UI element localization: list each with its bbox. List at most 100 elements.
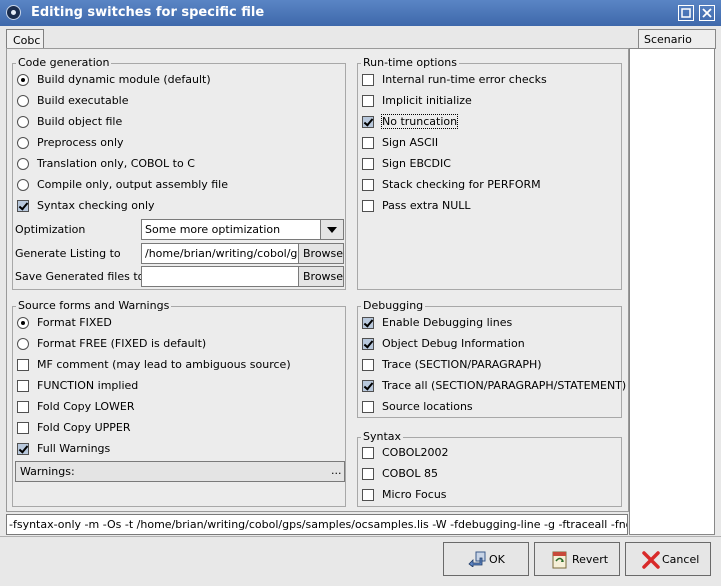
checkbox-indicator[interactable] [17, 422, 29, 434]
checkbox-indicator[interactable] [362, 401, 374, 413]
checkbox-indicator[interactable] [17, 443, 29, 455]
revert-button[interactable]: Revert [534, 542, 620, 576]
close-button[interactable] [699, 5, 715, 21]
runtime-options-title: Run-time options [361, 56, 459, 69]
checkbox-micro-focus[interactable]: Micro Focus [362, 487, 612, 505]
radio-format-fixed[interactable]: Format FIXED [17, 315, 317, 333]
checkbox-indicator[interactable] [362, 468, 374, 480]
checkbox-syntax-checking-only[interactable]: Syntax checking only [17, 198, 317, 216]
checkbox-no-truncation[interactable]: No truncation [362, 114, 612, 132]
save-generated-input[interactable] [141, 266, 299, 287]
debugging-title: Debugging [361, 299, 426, 312]
checkbox-object-debug-information[interactable]: Object Debug Information [362, 336, 617, 354]
checkbox-pass-extra-null[interactable]: Pass extra NULL [362, 198, 612, 216]
checkbox-function-implied[interactable]: FUNCTION implied [17, 378, 317, 396]
command-line-text: -fsyntax-only -m -Os -t /home/brian/writ… [9, 518, 628, 531]
optimization-combo[interactable]: Some more optimization [141, 219, 321, 240]
checkbox-sign-ebcdic[interactable]: Sign EBCDIC [362, 156, 612, 174]
checkbox-internal-runtime-error-checks[interactable]: Internal run-time error checks [362, 72, 612, 90]
checkbox-full-warnings[interactable]: Full Warnings [17, 441, 317, 459]
checkbox-fold-copy-lower[interactable]: Fold Copy LOWER [17, 399, 317, 417]
syntax-title: Syntax [361, 430, 404, 443]
scenario-column-header[interactable]: Scenario [638, 29, 716, 49]
cancel-button[interactable]: Cancel [625, 542, 711, 576]
warnings-label: Warnings: [20, 465, 75, 478]
checkbox-fold-copy-upper[interactable]: Fold Copy UPPER [17, 420, 317, 438]
checkbox-mf-comment[interactable]: MF comment (may lead to ambiguous source… [17, 357, 337, 375]
tab-cobc-label: Cobc [13, 34, 41, 47]
app-menu-icon[interactable] [6, 5, 21, 20]
divider [0, 536, 721, 537]
chevron-down-icon [327, 227, 337, 233]
radio-indicator[interactable] [17, 179, 29, 191]
window-title: Editing switches for specific file [31, 5, 265, 20]
scenario-header-label: Scenario [644, 33, 692, 46]
warnings-ellipsis: ... [331, 464, 342, 477]
command-line-field[interactable]: -fsyntax-only -m -Os -t /home/brian/writ… [6, 514, 628, 535]
checkbox-cobol2002[interactable]: COBOL2002 [362, 445, 612, 463]
checkbox-indicator[interactable] [362, 489, 374, 501]
generate-listing-input[interactable]: /home/brian/writing/cobol/gps/samples/oc… [141, 243, 299, 264]
ok-arrow-icon [468, 551, 486, 567]
checkbox-indicator[interactable] [362, 179, 374, 191]
checkbox-implicit-initialize[interactable]: Implicit initialize [362, 93, 612, 111]
checkbox-trace-all[interactable]: Trace all (SECTION/PARAGRAPH/STATEMENT) [362, 378, 626, 396]
listing-browse-label: Browse [303, 247, 344, 260]
radio-indicator[interactable] [17, 74, 29, 86]
checkbox-indicator[interactable] [362, 380, 374, 392]
checkbox-sign-ascii[interactable]: Sign ASCII [362, 135, 612, 153]
tab-cobc[interactable]: Cobc [6, 29, 44, 50]
optimization-dropdown-button[interactable] [320, 219, 344, 240]
checkbox-cobol-85[interactable]: COBOL 85 [362, 466, 612, 484]
ok-button[interactable]: OK [443, 542, 529, 576]
checkbox-enable-debugging-lines[interactable]: Enable Debugging lines [362, 315, 617, 333]
listing-browse-button[interactable]: Browse [298, 243, 344, 264]
radio-preprocess-only[interactable]: Preprocess only [17, 135, 317, 153]
maximize-button[interactable] [678, 5, 694, 21]
maximize-icon [681, 8, 691, 18]
radio-indicator[interactable] [17, 137, 29, 149]
cancel-x-icon [642, 551, 660, 569]
radio-build-executable[interactable]: Build executable [17, 93, 317, 111]
save-generated-browse-button[interactable]: Browse [298, 266, 344, 287]
checkbox-source-locations[interactable]: Source locations [362, 399, 617, 417]
checkbox-indicator[interactable] [17, 401, 29, 413]
generate-listing-label: Generate Listing to [15, 247, 121, 260]
checkbox-indicator[interactable] [17, 200, 29, 212]
code-generation-title: Code generation [16, 56, 112, 69]
close-icon [702, 8, 712, 18]
checkbox-indicator[interactable] [362, 137, 374, 149]
radio-indicator[interactable] [17, 95, 29, 107]
checkbox-indicator[interactable] [362, 116, 374, 128]
cancel-button-label: Cancel [662, 553, 700, 566]
checkbox-indicator[interactable] [362, 317, 374, 329]
checkbox-stack-checking-perform[interactable]: Stack checking for PERFORM [362, 177, 612, 195]
title-bar[interactable]: Editing switches for specific file [0, 0, 721, 26]
radio-build-object-file[interactable]: Build object file [17, 114, 317, 132]
radio-translation-only[interactable]: Translation only, COBOL to C [17, 156, 317, 174]
checkbox-indicator[interactable] [17, 359, 29, 371]
save-generated-label: Save Generated files to [15, 270, 145, 283]
save-generated-browse-label: Browse [303, 270, 344, 283]
warnings-button[interactable]: Warnings: ... [15, 461, 345, 482]
radio-compile-only[interactable]: Compile only, output assembly file [17, 177, 317, 195]
checkbox-indicator[interactable] [17, 380, 29, 392]
radio-indicator[interactable] [17, 317, 29, 329]
radio-format-free[interactable]: Format FREE (FIXED is default) [17, 336, 317, 354]
checkbox-trace-section-paragraph[interactable]: Trace (SECTION/PARAGRAPH) [362, 357, 617, 375]
checkbox-indicator[interactable] [362, 74, 374, 86]
source-forms-title: Source forms and Warnings [16, 299, 172, 312]
scenario-list[interactable] [629, 48, 715, 535]
checkbox-indicator[interactable] [362, 338, 374, 350]
revert-button-label: Revert [572, 553, 609, 566]
radio-indicator[interactable] [17, 158, 29, 170]
radio-indicator[interactable] [17, 338, 29, 350]
checkbox-indicator[interactable] [362, 95, 374, 107]
checkbox-indicator[interactable] [362, 200, 374, 212]
radio-build-dynamic-module[interactable]: Build dynamic module (default) [17, 72, 317, 90]
radio-indicator[interactable] [17, 116, 29, 128]
checkbox-indicator[interactable] [362, 158, 374, 170]
generate-listing-value: /home/brian/writing/cobol/gps/samples/oc… [145, 247, 298, 260]
checkbox-indicator[interactable] [362, 447, 374, 459]
checkbox-indicator[interactable] [362, 359, 374, 371]
